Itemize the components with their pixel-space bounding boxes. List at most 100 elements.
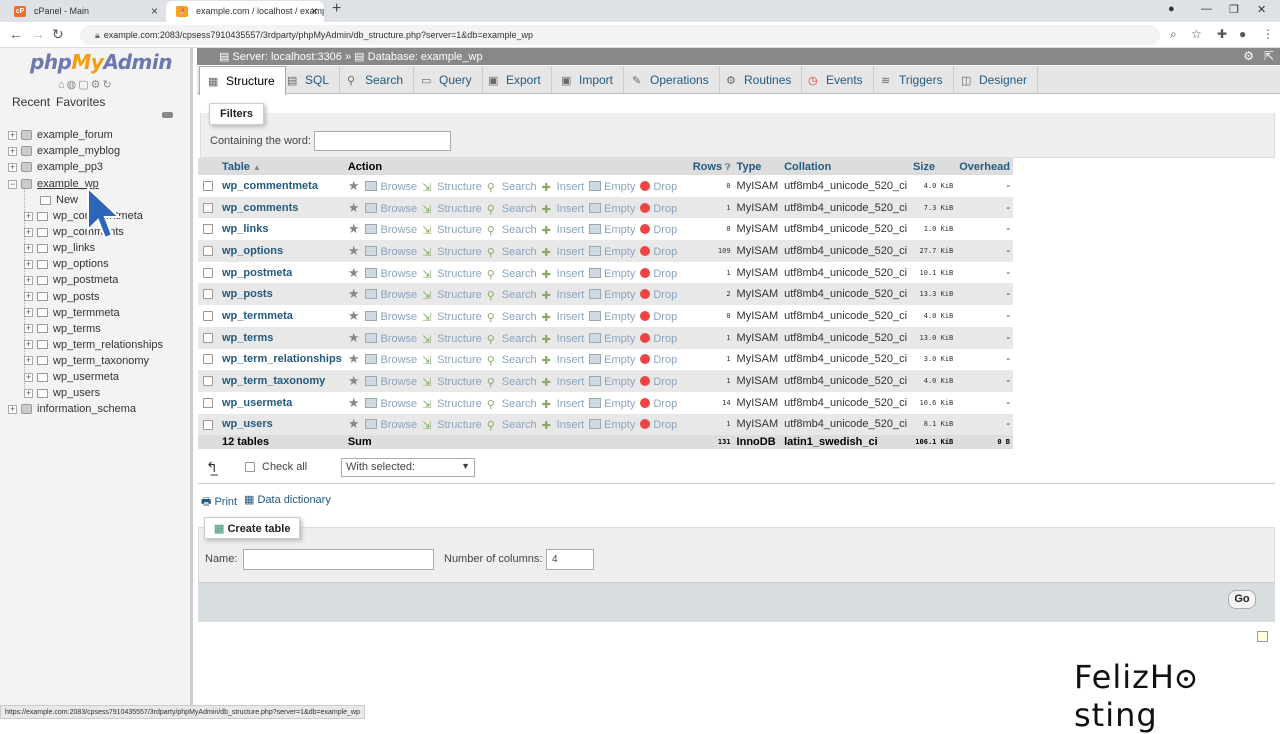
row-size[interactable]: 27.7 KiB: [910, 240, 957, 262]
row-checkbox[interactable]: [203, 289, 214, 300]
header-table[interactable]: Table ▲: [218, 158, 345, 175]
action-structure[interactable]: ⇲ Structure: [422, 203, 482, 216]
action-search[interactable]: ⚲ Search: [487, 246, 537, 259]
action-browse[interactable]: Browse: [365, 202, 417, 215]
favorite-star-icon[interactable]: ★: [348, 221, 360, 236]
header-overhead[interactable]: Overhead: [956, 158, 1013, 175]
action-structure[interactable]: ⇲ Structure: [422, 224, 482, 237]
table-name-input[interactable]: [243, 549, 434, 570]
action-insert[interactable]: ✚ Insert: [542, 181, 585, 194]
check-all-label[interactable]: Check all: [262, 461, 307, 473]
tab-search[interactable]: ⚲ Search: [339, 66, 415, 94]
docs-icon[interactable]: ▢: [78, 79, 90, 91]
settings-gear-icon[interactable]: ⚙: [1243, 49, 1254, 63]
expand-icon[interactable]: +: [24, 340, 33, 350]
tree-table-item[interactable]: + wp_term_relationships: [24, 339, 163, 351]
data-dictionary-link[interactable]: ▦ Data dictionary: [244, 493, 331, 506]
favorite-star-icon[interactable]: ★: [348, 351, 360, 366]
tree-db-example-forum[interactable]: + example_forum: [8, 129, 113, 141]
table-label[interactable]: wp_term_relationships: [53, 339, 163, 351]
table-label[interactable]: wp_users: [53, 387, 100, 399]
tree-table-item[interactable]: + wp_postmeta: [24, 274, 118, 286]
table-name[interactable]: wp_links: [218, 218, 345, 241]
action-structure[interactable]: ⇲ Structure: [422, 376, 482, 389]
header-collation[interactable]: Collation: [781, 158, 911, 175]
action-browse[interactable]: Browse: [365, 310, 417, 323]
tab-operations[interactable]: ✎ Operations: [624, 66, 720, 94]
table-name[interactable]: wp_term_relationships: [218, 348, 345, 371]
action-insert[interactable]: ✚ Insert: [542, 311, 585, 324]
row-checkbox[interactable]: [203, 332, 214, 343]
expand-icon[interactable]: +: [8, 130, 17, 140]
action-empty[interactable]: Empty: [589, 376, 635, 388]
check-all-checkbox[interactable]: [245, 462, 255, 472]
table-name[interactable]: wp_terms: [218, 326, 345, 349]
action-search[interactable]: ⚲ Search: [487, 398, 537, 411]
profile-dot-icon[interactable]: ●: [1168, 3, 1175, 15]
header-size[interactable]: Size: [910, 158, 957, 175]
action-empty[interactable]: Empty: [589, 354, 635, 366]
tree-new-table[interactable]: New: [40, 194, 78, 206]
reload-icon[interactable]: ↻: [52, 26, 64, 43]
tab-events[interactable]: ◷ Events: [800, 66, 874, 94]
db-label[interactable]: example_forum: [37, 129, 113, 141]
print-link[interactable]: 🖶︎ Print: [201, 493, 237, 512]
logout-icon[interactable]: ◍: [67, 79, 79, 91]
expand-icon[interactable]: +: [24, 324, 33, 334]
action-structure[interactable]: ⇲ Structure: [422, 268, 482, 281]
action-structure[interactable]: ⇲ Structure: [422, 419, 482, 432]
action-drop[interactable]: Drop: [640, 180, 677, 193]
new-tab-icon[interactable]: +: [332, 0, 341, 18]
action-search[interactable]: ⚲ Search: [487, 224, 537, 237]
table-name[interactable]: wp_term_taxonomy: [218, 370, 345, 392]
row-size[interactable]: 10.1 KiB: [910, 261, 957, 284]
action-browse[interactable]: Browse: [365, 354, 417, 366]
recent-tab[interactable]: Recent: [12, 95, 50, 109]
table-label[interactable]: wp_options: [53, 258, 109, 270]
action-structure[interactable]: ⇲ Structure: [422, 181, 482, 194]
action-drop[interactable]: Drop: [640, 332, 677, 345]
expand-icon[interactable]: +: [24, 211, 33, 221]
action-search[interactable]: ⚲ Search: [487, 203, 537, 216]
action-browse[interactable]: Browse: [365, 267, 417, 280]
action-drop[interactable]: Drop: [640, 245, 677, 258]
action-insert[interactable]: ✚ Insert: [542, 398, 585, 411]
action-search[interactable]: ⚲ Search: [487, 376, 537, 389]
tab-sql[interactable]: ▤ SQL: [279, 66, 341, 94]
row-size[interactable]: 7.3 KiB: [910, 196, 957, 219]
favorite-star-icon[interactable]: ★: [348, 373, 360, 388]
new-label[interactable]: New: [56, 194, 78, 206]
table-name[interactable]: wp_posts: [218, 283, 345, 306]
row-size[interactable]: 4.0 KiB: [910, 305, 957, 327]
row-size[interactable]: 4.0 KiB: [910, 370, 957, 392]
action-structure[interactable]: ⇲ Structure: [422, 289, 482, 302]
action-browse[interactable]: Browse: [365, 224, 417, 236]
favorite-star-icon[interactable]: ★: [348, 200, 360, 215]
account-icon[interactable]: ●: [1239, 27, 1246, 41]
action-empty[interactable]: Empty: [589, 202, 635, 215]
table-label[interactable]: wp_termmeta: [53, 307, 120, 319]
tree-db-example-myblog[interactable]: + example_myblog: [8, 145, 120, 157]
action-empty[interactable]: Empty: [589, 180, 635, 193]
action-empty[interactable]: Empty: [589, 224, 635, 236]
back-icon[interactable]: ←: [9, 26, 23, 42]
browser-tab-cpanel[interactable]: cP cPanel - Main ×: [4, 1, 164, 22]
expand-icon[interactable]: +: [24, 388, 33, 398]
favorite-star-icon[interactable]: ★: [348, 265, 360, 280]
with-selected-select[interactable]: With selected: ▼: [341, 458, 475, 477]
close-tab-icon[interactable]: ×: [151, 4, 158, 18]
db-label[interactable]: example_myblog: [37, 145, 120, 157]
table-name[interactable]: wp_termmeta: [218, 305, 345, 327]
tab-structure[interactable]: ▦ Structure: [199, 66, 286, 95]
table-name[interactable]: wp_usermeta: [218, 391, 345, 414]
expand-icon[interactable]: +: [24, 372, 33, 382]
tree-table-item[interactable]: + wp_usermeta: [24, 371, 119, 383]
action-insert[interactable]: ✚ Insert: [542, 246, 585, 259]
breadcrumb-server[interactable]: Server: localhost:3306: [232, 51, 341, 63]
action-structure[interactable]: ⇲ Structure: [422, 333, 482, 346]
action-insert[interactable]: ✚ Insert: [542, 354, 585, 367]
tab-routines[interactable]: ⚙ Routines: [718, 66, 803, 94]
action-browse[interactable]: Browse: [365, 180, 417, 193]
help-icon[interactable]: ❓︎: [725, 162, 730, 172]
tree-db-information-schema[interactable]: + information_schema: [8, 403, 136, 415]
